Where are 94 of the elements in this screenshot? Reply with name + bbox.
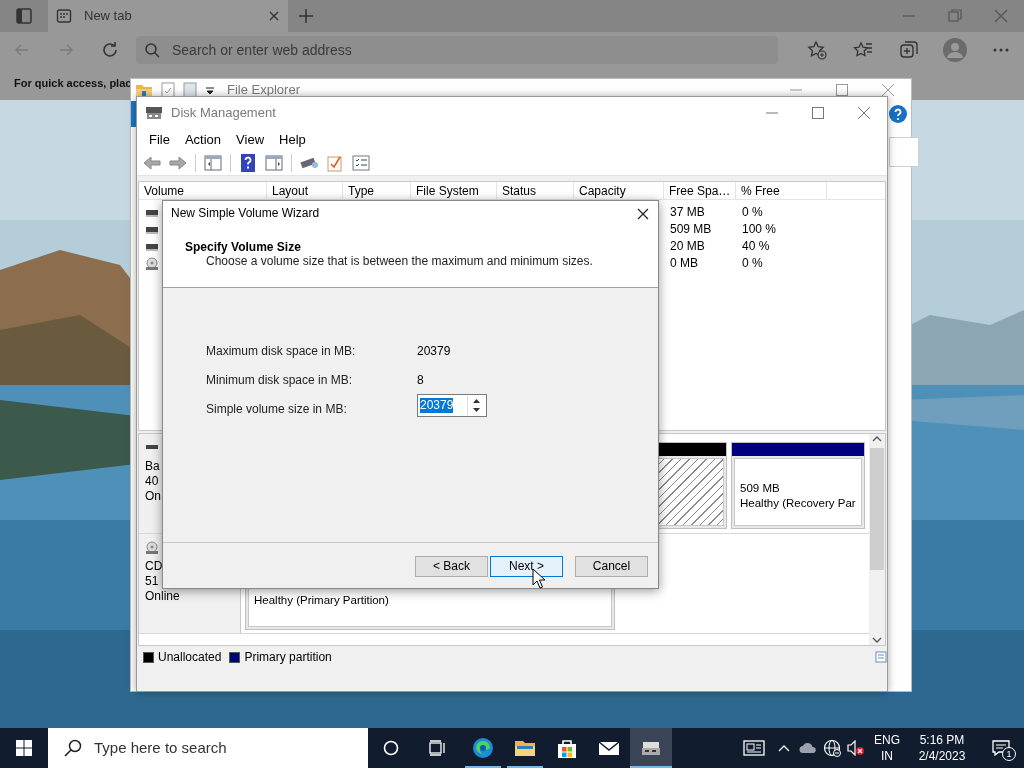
table-cell-text: 37 MB	[669, 204, 706, 221]
help-icon[interactable]	[889, 105, 907, 123]
scroll-down-icon[interactable]	[872, 635, 882, 645]
resize-icon	[875, 651, 887, 663]
console-tree-icon[interactable]	[204, 155, 222, 171]
windows-start-icon[interactable]	[16, 740, 32, 756]
search-icon	[144, 42, 160, 58]
globe-icon[interactable]	[823, 739, 841, 757]
field-label: Maximum disk space in MB:	[206, 344, 357, 360]
edge-icon[interactable]	[472, 737, 494, 759]
scroll-up-icon[interactable]	[872, 434, 882, 444]
menu-item[interactable]: Help	[271, 131, 313, 148]
legend-label: Unallocated	[158, 649, 222, 665]
scroll-thumb[interactable]	[870, 448, 884, 570]
disk-info: On	[145, 489, 162, 504]
speaker-icon[interactable]	[847, 740, 865, 756]
menu-item[interactable]: Action	[176, 131, 229, 148]
disk-info: Online	[145, 589, 181, 604]
tab-title: New tab	[84, 8, 133, 24]
table-cell-text: 0 %	[741, 255, 764, 272]
favorites-icon[interactable]	[853, 40, 873, 60]
browser-tab[interactable]: New tab	[48, 0, 288, 32]
maximize-icon[interactable]	[810, 104, 826, 121]
page-icon	[56, 8, 72, 24]
notification-button[interactable]: 1	[978, 728, 1024, 768]
new-tab-icon[interactable]	[298, 8, 314, 24]
properties-icon[interactable]	[327, 154, 343, 172]
partition-status: Healthy (Primary Partition)	[254, 593, 390, 608]
collections-icon[interactable]	[899, 40, 919, 60]
task-view-icon[interactable]	[429, 740, 447, 756]
close-icon[interactable]	[637, 207, 649, 220]
disk-info: 51	[145, 574, 160, 589]
folder-icon	[135, 82, 153, 98]
notification-icon	[992, 740, 1010, 756]
address-bar[interactable]: Search or enter web address	[136, 36, 778, 64]
disk-info: Ba	[145, 459, 161, 474]
partition-block[interactable]: 509 MB Healthy (Recovery Par	[731, 442, 865, 529]
forward-icon[interactable]	[169, 156, 187, 170]
legend-label: Primary partition	[244, 649, 332, 665]
maximize-icon[interactable]	[834, 82, 850, 98]
field-label: Minimum disk space in MB:	[206, 373, 354, 389]
cloud-icon[interactable]	[799, 742, 817, 754]
news-icon[interactable]	[743, 740, 765, 756]
language-indicator[interactable]: ENG IN	[868, 728, 906, 768]
search-field[interactable]	[889, 137, 919, 167]
wizard-button[interactable]: Next >	[490, 555, 563, 577]
disk-management-icon	[145, 104, 163, 121]
window-title: Disk Management	[171, 104, 277, 121]
mouse-pointer-icon	[532, 568, 546, 589]
table-cell-text: 40 %	[741, 238, 771, 255]
field-value: 20379	[417, 344, 451, 360]
new-folder-icon[interactable]	[183, 82, 197, 98]
table-cell-text: 100 %	[741, 221, 778, 238]
table-cell-text: 20 MB	[669, 238, 706, 255]
column-header[interactable]: % Free	[736, 182, 827, 200]
favorite-add-icon[interactable]	[807, 40, 827, 60]
menu-item[interactable]: File	[141, 131, 177, 148]
scrollbar[interactable]	[869, 434, 885, 645]
table-cell-text: 0 MB	[669, 255, 699, 272]
chevron-up-icon[interactable]	[778, 744, 790, 752]
disk-info: 40	[145, 474, 160, 489]
refresh-icon[interactable]	[101, 41, 119, 59]
help-icon[interactable]	[241, 154, 255, 172]
field-label: Simple volume size in MB:	[206, 402, 348, 418]
action-pane-icon[interactable]	[265, 155, 283, 171]
store-icon[interactable]	[556, 737, 578, 759]
clock[interactable]: 5:16 PM 2/4/2023	[906, 728, 978, 768]
dialog-title: New Simple Volume Wizard	[171, 206, 321, 221]
tab-actions-icon[interactable]	[16, 8, 32, 24]
disc-drive-icon	[145, 256, 159, 271]
wizard-heading: Specify Volume Size	[185, 240, 302, 255]
taskbar-search-field[interactable]: Type here to search	[48, 728, 368, 768]
properties-icon[interactable]	[161, 82, 175, 98]
menu-item[interactable]: View	[228, 131, 272, 148]
wizard-subtitle: Choose a volume size that is between the maximum and minimum sizes.	[206, 254, 594, 269]
partition-status: Healthy (Recovery Par	[740, 496, 857, 511]
disc-drive-icon	[145, 540, 159, 555]
partition-size: 509 MB	[740, 481, 781, 496]
column-header[interactable]: Free Spa…	[664, 182, 736, 200]
list-icon[interactable]	[352, 155, 370, 171]
connect-icon[interactable]	[299, 155, 319, 171]
disk-info: CD	[145, 559, 164, 574]
wizard-button[interactable]: Cancel	[575, 555, 648, 577]
search-icon	[64, 739, 82, 757]
notification-count: 1	[1002, 747, 1016, 761]
table-cell-text: 0 %	[741, 204, 764, 221]
table-cell-text: 509 MB	[669, 221, 713, 238]
dropdown-icon[interactable]	[205, 84, 215, 96]
wizard-button[interactable]: < Back	[415, 555, 488, 577]
window-title: File Explorer	[227, 82, 301, 98]
field-value: 8	[417, 373, 424, 389]
favorites-bar-hint: For quick access, plac	[14, 77, 132, 91]
cortana-icon[interactable]	[383, 740, 399, 756]
back-icon[interactable]	[143, 156, 161, 170]
